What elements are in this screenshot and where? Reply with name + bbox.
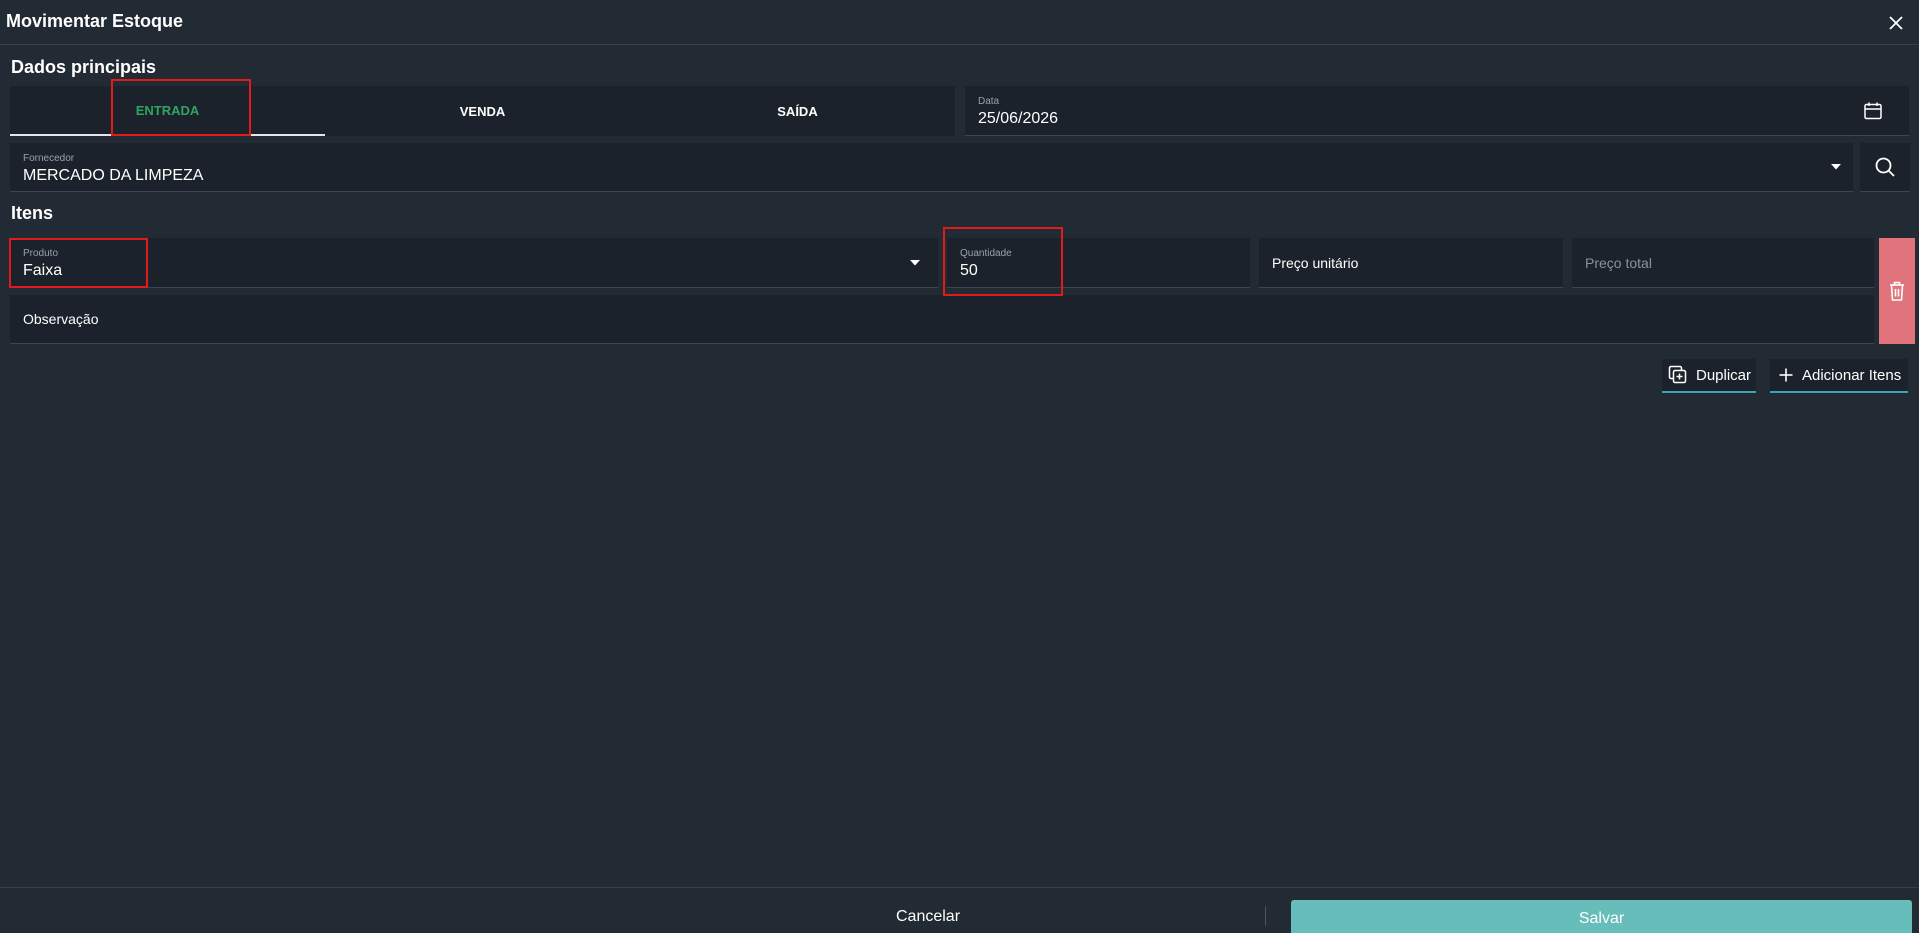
trash-icon <box>1890 281 1904 301</box>
movement-type-tabs: ENTRADA VENDA SAÍDA <box>10 86 955 136</box>
add-items-label: Adicionar Itens <box>1802 366 1902 384</box>
supplier-value: MERCADO DA LIMPEZA <box>23 167 204 184</box>
date-value: 25/06/2026 <box>978 110 1059 127</box>
calendar-button[interactable] <box>1861 99 1885 123</box>
observation-placeholder: Observação <box>23 311 99 327</box>
save-button[interactable]: Salvar <box>1291 900 1912 933</box>
date-field[interactable]: Data 25/06/2026 <box>965 86 1909 136</box>
supplier-label: Fornecedor <box>23 153 75 164</box>
observation-input[interactable]: Observação <box>10 295 1874 344</box>
dialog-header: Movimentar Estoque <box>0 0 1919 45</box>
caret-down-icon <box>1831 164 1841 170</box>
main-section-title: Dados principais <box>11 57 157 77</box>
close-button[interactable] <box>1884 11 1908 35</box>
calendar-icon <box>1864 102 1882 120</box>
plus-icon <box>1779 368 1793 382</box>
close-icon <box>1889 16 1903 30</box>
supplier-dropdown-toggle[interactable] <box>1826 157 1846 177</box>
add-items-button[interactable]: Adicionar Itens <box>1770 359 1908 393</box>
total-price-placeholder: Preço total <box>1585 254 1652 271</box>
product-dropdown-toggle[interactable] <box>905 253 925 273</box>
dialog-title: Movimentar Estoque <box>6 11 184 31</box>
product-select[interactable]: Produto Faixa <box>10 238 938 288</box>
dialog-footer: Cancelar Salvar <box>0 887 1919 933</box>
tab-venda[interactable]: VENDA <box>325 86 640 136</box>
footer-divider <box>1265 906 1266 926</box>
unit-price-placeholder: Preço unitário <box>1272 254 1359 271</box>
supplier-search-button[interactable] <box>1860 143 1910 192</box>
quantity-input[interactable]: Quantidade 50 <box>947 238 1250 288</box>
duplicate-label: Duplicar <box>1696 366 1752 384</box>
cancel-button[interactable]: Cancelar <box>840 900 1016 933</box>
tab-entrada[interactable]: ENTRADA <box>10 86 325 136</box>
quantity-value: 50 <box>960 262 978 279</box>
duplicate-icon <box>1668 365 1687 384</box>
supplier-select[interactable]: Fornecedor MERCADO DA LIMPEZA <box>10 143 1853 192</box>
duplicate-button[interactable]: Duplicar <box>1662 359 1756 393</box>
delete-item-button[interactable] <box>1879 238 1915 344</box>
quantity-label: Quantidade <box>960 248 1012 259</box>
product-value: Faixa <box>23 262 63 279</box>
unit-price-input[interactable]: Preço unitário <box>1259 238 1563 288</box>
product-label: Produto <box>23 248 59 259</box>
items-section-title: Itens <box>11 203 54 223</box>
date-label: Data <box>978 96 1000 107</box>
total-price-input: Preço total <box>1572 238 1874 288</box>
caret-down-icon <box>910 260 920 266</box>
stock-movement-dialog: Movimentar Estoque Dados principais ENTR… <box>0 0 1919 933</box>
tab-saida[interactable]: SAÍDA <box>640 86 955 136</box>
search-icon <box>1875 157 1895 177</box>
